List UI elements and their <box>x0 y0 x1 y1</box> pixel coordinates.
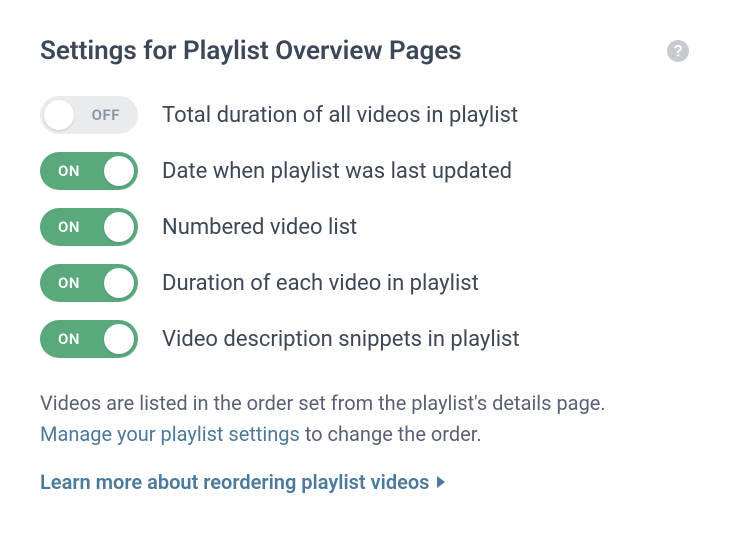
toggle-label: Date when playlist was last updated <box>162 159 512 184</box>
toggle-label: Numbered video list <box>162 215 357 240</box>
toggle-knob <box>104 212 134 242</box>
caret-right-icon <box>437 476 445 488</box>
learn-more-text: Learn more about reordering playlist vid… <box>40 470 429 494</box>
toggle-row: ON Numbered video list <box>40 208 690 246</box>
toggle-state-label: ON <box>58 274 80 292</box>
toggle-state-label: ON <box>58 218 80 236</box>
toggle-knob <box>44 100 74 130</box>
settings-header: Settings for Playlist Overview Pages <box>40 36 690 66</box>
page-title: Settings for Playlist Overview Pages <box>40 36 462 66</box>
toggle-label: Video description snippets in playlist <box>162 327 520 352</box>
toggle-switch[interactable]: OFF <box>40 96 138 134</box>
toggle-switch[interactable]: ON <box>40 208 138 246</box>
toggle-row: ON Duration of each video in playlist <box>40 264 690 302</box>
toggle-state-label: ON <box>58 162 80 180</box>
info-text: Videos are listed in the order set from … <box>40 388 660 450</box>
toggle-knob <box>104 324 134 354</box>
toggle-label: Duration of each video in playlist <box>162 271 479 296</box>
toggle-knob <box>104 156 134 186</box>
toggle-row: ON Date when playlist was last updated <box>40 152 690 190</box>
manage-settings-link[interactable]: Manage your playlist settings <box>40 422 300 446</box>
toggle-knob <box>104 268 134 298</box>
info-after: to change the order. <box>300 422 482 446</box>
toggle-label: Total duration of all videos in playlist <box>162 103 518 128</box>
toggle-row: OFF Total duration of all videos in playl… <box>40 96 690 134</box>
toggle-row: ON Video description snippets in playlist <box>40 320 690 358</box>
toggle-list: OFF Total duration of all videos in playl… <box>40 96 690 358</box>
toggle-switch[interactable]: ON <box>40 264 138 302</box>
toggle-switch[interactable]: ON <box>40 320 138 358</box>
info-before: Videos are listed in the order set from … <box>40 391 606 415</box>
toggle-state-label: ON <box>58 330 80 348</box>
toggle-switch[interactable]: ON <box>40 152 138 190</box>
toggle-state-label: OFF <box>92 106 120 124</box>
learn-more: Learn more about reordering playlist vid… <box>40 470 690 494</box>
learn-more-link[interactable]: Learn more about reordering playlist vid… <box>40 470 445 494</box>
help-icon[interactable] <box>666 39 690 63</box>
